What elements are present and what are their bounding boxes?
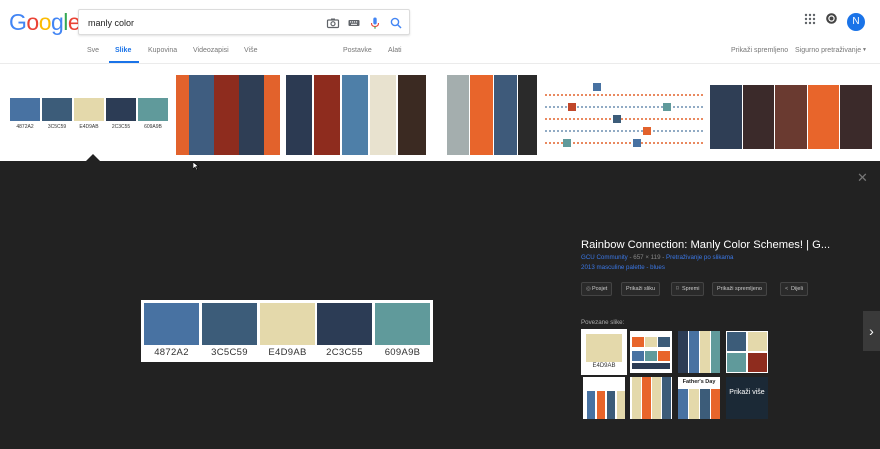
preview-swatch	[202, 303, 257, 345]
google-logo[interactable]: Google	[9, 9, 81, 35]
search-tabs: Sve Slike Kupovina Videozapisi Više Post…	[0, 44, 880, 64]
related-show-more[interactable]: Prikaži više	[726, 377, 768, 419]
preview-swatch	[317, 303, 372, 345]
thumb-swatch-label: 609A9B	[144, 124, 162, 130]
related-image-4[interactable]	[726, 331, 768, 373]
preview-swatch	[375, 303, 430, 345]
show-more-label: Prikaži više	[726, 377, 768, 419]
tab-tools[interactable]: Alati	[388, 47, 402, 54]
thumb-swatch	[138, 98, 168, 121]
image-title[interactable]: Rainbow Connection: Manly Color Schemes!…	[581, 238, 856, 252]
thumb-palette-card: 4872A2 3C5C59 E4D9AB 2C3C55 609A9B	[8, 97, 170, 135]
thumb-swatch-label: 3C5C59	[47, 124, 67, 130]
apps-grid-icon[interactable]	[804, 12, 816, 30]
reverse-search-link[interactable]: Pretraživanje po slikama	[666, 254, 733, 261]
thumb-swatch	[74, 98, 104, 121]
thumb-swatch	[42, 98, 72, 121]
caret-down-icon: ▼	[862, 47, 867, 53]
chevron-right-icon: ›	[869, 323, 874, 339]
image-result-1[interactable]: 4872A2 3C5C59 E4D9AB 2C3C55 609A9B	[8, 75, 170, 155]
microphone-icon[interactable]	[368, 16, 382, 30]
safe-search-link[interactable]: Sigurno pretraživanje	[795, 47, 861, 54]
preview-swatch-label: E4D9AB	[268, 347, 307, 358]
share-button[interactable]: < Dijeli	[780, 282, 808, 296]
tab-all[interactable]: Sve	[87, 47, 99, 54]
image-dimensions: 657 × 119	[633, 254, 661, 261]
related-image-label: E4D9AB	[592, 363, 616, 369]
related-image-6[interactable]	[630, 377, 672, 419]
image-viewer-panel: ✕ 4872A2 3C5C59 E4D9AB 2C3C55 609A9B Rai…	[0, 154, 880, 449]
show-saved-link[interactable]: Prikaži spremljeno	[731, 47, 788, 54]
view-image-button[interactable]: Prikaži sliku	[621, 282, 661, 296]
thumb-swatch-label: 4872A2	[16, 124, 34, 130]
related-image-2[interactable]	[630, 331, 672, 373]
related-image-7[interactable]: Father's Day	[678, 377, 720, 419]
tab-shopping[interactable]: Kupovina	[148, 47, 177, 54]
keyboard-icon[interactable]	[347, 16, 361, 30]
related-image-1[interactable]: E4D9AB	[581, 329, 627, 375]
logo-letter: G	[9, 9, 27, 35]
search-box[interactable]	[78, 9, 410, 35]
next-image-button[interactable]: ›	[863, 311, 880, 351]
preview-image[interactable]: 4872A2 3C5C59 E4D9AB 2C3C55 609A9B	[141, 300, 433, 362]
preview-swatch	[260, 303, 315, 345]
tab-settings[interactable]: Postavke	[343, 47, 372, 54]
visit-button[interactable]: ◎Posjet	[581, 282, 613, 296]
thumb-swatch	[106, 98, 136, 121]
search-input[interactable]	[88, 15, 308, 31]
avatar[interactable]: N	[847, 13, 865, 31]
preview-swatch	[144, 303, 199, 345]
preview-swatch-label: 609A9B	[384, 347, 421, 358]
settings-gear-icon[interactable]	[825, 12, 838, 30]
page: Google N Sve Slike Kupovina	[0, 0, 880, 449]
save-button[interactable]: ⌑ Spremi	[671, 282, 705, 296]
preview-swatch-label: 3C5C59	[211, 347, 248, 358]
mouse-cursor	[192, 157, 200, 171]
logo-letter: o	[38, 9, 52, 35]
image-description: 2013 masculine palette - blues	[581, 264, 665, 271]
selection-caret	[86, 154, 100, 161]
image-info: Rainbow Connection: Manly Color Schemes!…	[581, 238, 856, 271]
logo-letter: o	[26, 9, 39, 35]
image-meta: GCU Community - 657 × 119 - Pretraživanj…	[581, 254, 734, 261]
source-link[interactable]: GCU Community	[581, 254, 628, 261]
image-result-3[interactable]	[285, 75, 429, 155]
related-image-3[interactable]	[678, 331, 720, 373]
image-result-2[interactable]	[176, 75, 280, 155]
header: Google N	[0, 0, 880, 44]
image-results-strip: 4872A2 3C5C59 E4D9AB 2C3C55 609A9B	[0, 65, 880, 161]
related-image-caption: Father's Day	[678, 377, 720, 388]
tab-videos[interactable]: Videozapisi	[193, 47, 229, 54]
thumb-swatch	[10, 98, 40, 121]
thumb-swatch-label: 2C3C55	[111, 124, 131, 130]
image-result-6[interactable]	[710, 75, 872, 155]
thumb-swatch-label: E4D9AB	[79, 124, 99, 130]
preview-swatch-label: 2C3C55	[326, 347, 363, 358]
camera-icon[interactable]	[326, 16, 340, 30]
preview-swatch-label: 4872A2	[154, 347, 189, 358]
close-icon[interactable]: ✕	[857, 171, 869, 184]
active-tab-indicator	[109, 61, 139, 63]
related-images-label: Povezane slike:	[581, 319, 625, 326]
tab-images[interactable]: Slike	[115, 47, 131, 54]
view-saved-button[interactable]: Prikaži spremljeno	[712, 282, 767, 296]
image-result-4[interactable]	[447, 75, 537, 155]
tab-more[interactable]: Više	[244, 47, 258, 54]
search-icon[interactable]	[389, 16, 403, 30]
logo-letter: g	[50, 9, 64, 35]
related-image-5[interactable]	[583, 377, 625, 419]
image-result-5[interactable]	[543, 75, 705, 155]
